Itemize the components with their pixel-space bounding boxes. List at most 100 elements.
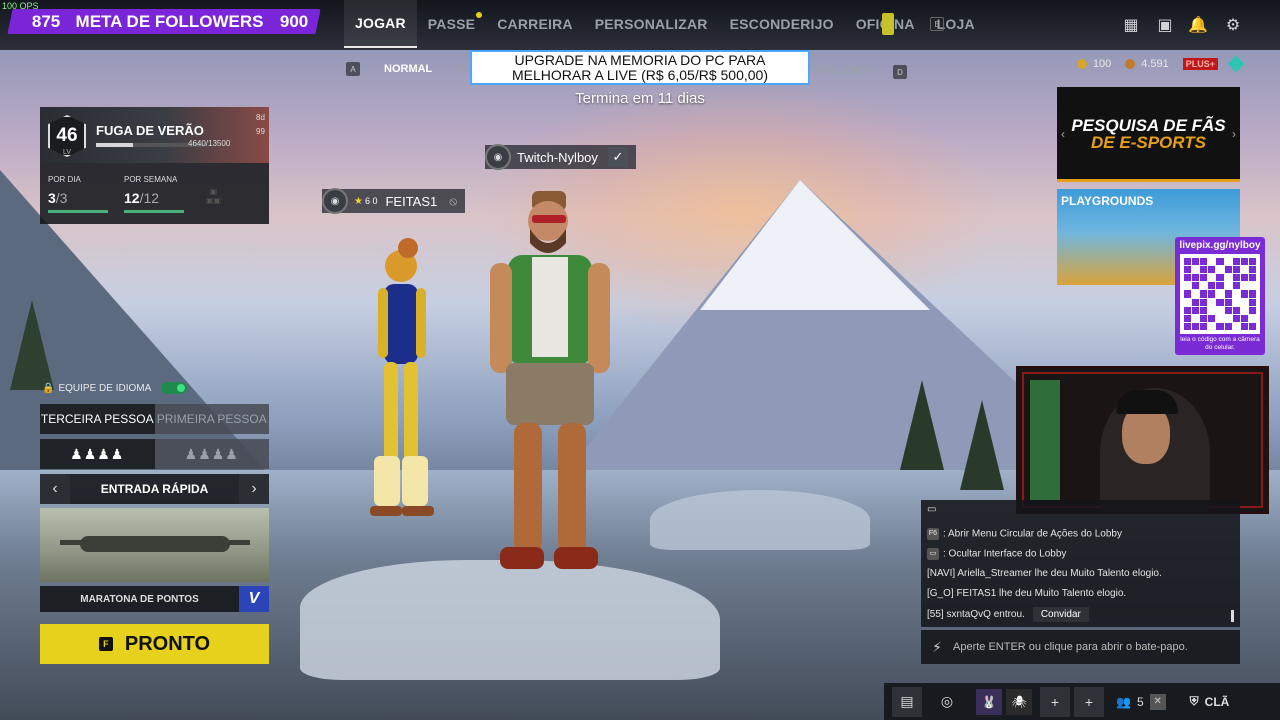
livepix-url: livepix.gg/nylboy xyxy=(1179,240,1261,251)
diamond-icon[interactable] xyxy=(1227,55,1245,73)
third-person-button[interactable]: TERCEIRA PESSOA xyxy=(40,404,155,434)
qr-module xyxy=(1232,274,1240,282)
chat-input[interactable]: ⚡ Aperte ENTER ou clique para abrir o ba… xyxy=(921,630,1240,664)
esports-survey-banner[interactable]: ‹ PESQUISA DE FÃS DE E-SPORTS › xyxy=(1057,87,1240,182)
ready-button[interactable]: F PRONTO xyxy=(40,624,269,664)
chat-line: [G_O] FEITAS1 lhe deu Muito Talento elog… xyxy=(927,588,1127,599)
qr-module xyxy=(1232,266,1240,274)
add-member-button[interactable]: + xyxy=(1074,686,1104,717)
mountain-snowcap xyxy=(700,180,930,310)
party-member-avatar[interactable]: 🐰 xyxy=(976,688,1002,715)
followers-goal: 900 xyxy=(279,11,308,31)
g-coin-icon[interactable] xyxy=(882,13,894,35)
upgrade-goal-banner: UPGRADE NA MEMORIA DO PC PARA MELHORAR A… xyxy=(470,50,810,85)
bell-icon[interactable]: 🔔 xyxy=(1187,14,1209,36)
tab-passe[interactable]: PASSE xyxy=(417,0,486,48)
qr-module xyxy=(1224,258,1232,266)
language-team-toggle[interactable] xyxy=(161,382,188,394)
qr-module xyxy=(1184,306,1192,314)
qr-module xyxy=(1184,282,1192,290)
weekly-label: POR SEMANA xyxy=(124,175,178,184)
qr-module xyxy=(1208,306,1216,314)
qr-module xyxy=(1216,258,1224,266)
gear-icon[interactable]: ⚙ xyxy=(1222,14,1244,36)
qr-module xyxy=(1192,298,1200,306)
mode-personalizado[interactable]: ONALIZADO xyxy=(810,65,874,77)
qr-module xyxy=(1248,298,1256,306)
chat-input-placeholder: Aperte ENTER ou clique para abrir o bate… xyxy=(953,641,1188,653)
tab-carreira[interactable]: CARREIRA xyxy=(486,0,584,48)
plus-badge[interactable]: PLUS+ xyxy=(1182,58,1218,70)
qr-module xyxy=(1224,314,1232,322)
chat-scrollbar[interactable] xyxy=(1231,610,1234,622)
tab-personalizar[interactable]: PERSONALIZAR xyxy=(584,0,719,48)
voice-icon[interactable]: ◎ xyxy=(932,687,962,717)
pine-tree xyxy=(10,300,54,390)
first-person-button[interactable]: PRIMEIRA PESSOA xyxy=(154,404,269,434)
weekly-missions: 12/12 xyxy=(124,190,160,206)
tab-esconderijo[interactable]: ESCONDERIJO xyxy=(719,0,845,48)
qr-module xyxy=(1232,258,1240,266)
squad-icon[interactable]: ♟♟♟♟ xyxy=(40,439,155,469)
qr-module xyxy=(1240,314,1248,322)
qr-module xyxy=(1216,298,1224,306)
calendar-icon[interactable]: ▦ xyxy=(1120,14,1142,36)
qr-module xyxy=(1248,266,1256,274)
mode-normal[interactable]: NORMAL xyxy=(384,63,432,75)
qr-module xyxy=(1200,306,1208,314)
party-count[interactable]: 👥 5 xyxy=(1116,695,1144,709)
followers-current: 875 xyxy=(32,11,61,31)
qr-module xyxy=(1200,314,1208,322)
chevron-left-icon[interactable]: ‹ xyxy=(1061,127,1065,141)
chat-toggle-icon[interactable]: ▤ xyxy=(892,686,922,717)
qr-module xyxy=(1232,282,1240,290)
teammate-prefix: 6 0 xyxy=(364,196,378,206)
add-member-button[interactable]: + xyxy=(1040,686,1070,717)
party-member-avatar[interactable]: 🕷 xyxy=(1006,688,1032,715)
player-tag-teammate[interactable]: ◉ ★ 6 0 FEITAS1 ⦸ xyxy=(322,188,466,214)
hotkey-f: F xyxy=(98,637,113,651)
chevron-right-icon[interactable]: › xyxy=(1232,127,1236,141)
qr-module xyxy=(1192,290,1200,298)
lightning-icon: ⚡ xyxy=(932,638,942,655)
bp-amount: 4.591 xyxy=(1141,58,1169,70)
player-tag-main[interactable]: ◉ Twitch-Nylboy ✓ xyxy=(485,144,636,170)
lobby-chat[interactable]: ▭ F6: Abrir Menu Circular de Ações do Lo… xyxy=(921,500,1240,627)
gold-amount: 100 xyxy=(1092,58,1112,70)
upgrade-line-1: UPGRADE NA MEMORIA DO PC PARA xyxy=(514,52,766,68)
qr-module xyxy=(1216,274,1224,282)
upgrade-line-2: MELHORAR A LIVE (R$ 6,05/R$ 500,00) xyxy=(511,67,768,83)
solo-squad-icon[interactable]: ♟♟♟♟ xyxy=(154,439,269,469)
player-avatar-icon: ◉ xyxy=(485,144,511,170)
streamer-cap xyxy=(1116,390,1178,414)
qr-module xyxy=(1216,306,1224,314)
invite-button[interactable]: Convidar xyxy=(1032,607,1089,622)
webcam-background-light xyxy=(1030,380,1060,500)
key-f6: F6 xyxy=(927,528,939,540)
map-mode-bar[interactable]: MARATONA DE PONTOS V xyxy=(40,586,269,612)
qr-module xyxy=(1240,282,1248,290)
qr-module xyxy=(1208,282,1216,290)
qr-module xyxy=(1216,314,1224,322)
qr-module xyxy=(1192,274,1200,282)
battle-pass-card[interactable]: 46 LV FUGA DE VERÃO 4640/13500 8d 99 POR… xyxy=(40,107,269,224)
daily-missions: 3/3 xyxy=(48,190,68,206)
teammate-name: FEITAS1 xyxy=(385,193,438,209)
qr-module xyxy=(1224,322,1232,330)
map-preview-image[interactable] xyxy=(40,508,269,582)
chevron-left-icon[interactable]: ‹ xyxy=(40,474,70,504)
chevron-right-icon[interactable]: › xyxy=(239,474,269,504)
mute-icon[interactable]: ⦸ xyxy=(449,194,457,209)
pine-tree xyxy=(960,400,1004,490)
mission-icon[interactable]: ▣ xyxy=(1154,14,1176,36)
daily-progress-bar xyxy=(48,210,108,213)
tab-jogar[interactable]: JOGAR xyxy=(344,0,417,48)
qr-module xyxy=(1192,258,1200,266)
friends-icon: 👥 xyxy=(1116,694,1131,709)
teammate-character xyxy=(370,238,434,516)
close-icon[interactable]: ✕ xyxy=(1149,693,1166,710)
clan-button[interactable]: ⛨ CLÃ xyxy=(1190,694,1230,709)
qr-module xyxy=(1184,314,1192,322)
battlegrounds-logo: ▣ ▣▣ xyxy=(206,187,222,205)
pass-count: 99 xyxy=(256,127,265,136)
